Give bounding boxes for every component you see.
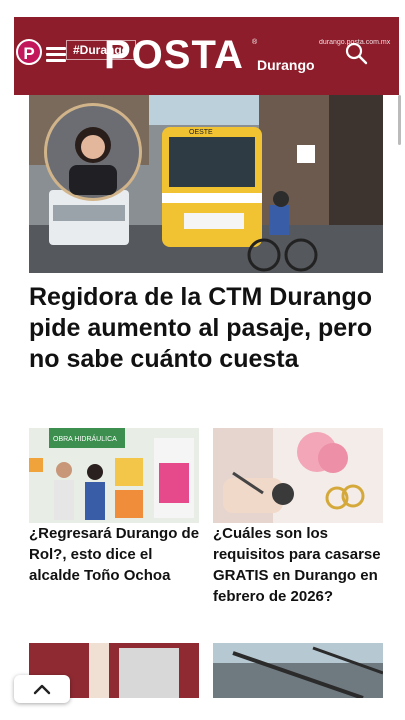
card-2-scene	[213, 428, 383, 523]
bus-sign: OESTE	[189, 129, 213, 136]
brand-subtitle: Durango	[257, 57, 315, 73]
card-image-4[interactable]	[213, 643, 383, 698]
main-headline[interactable]: Regidora de la CTM Durango pide aumento …	[29, 282, 379, 375]
site-header: P #Durango POSTA ® Durango durango.posta…	[14, 17, 399, 95]
card-1-scene: OBRA HIDRÁULICA	[29, 428, 199, 523]
page: P #Durango POSTA ® Durango durango.posta…	[0, 0, 405, 720]
posta-logo-badge[interactable]: P	[16, 39, 42, 65]
card-image-1[interactable]: OBRA HIDRÁULICA	[29, 428, 199, 523]
card-title-1[interactable]: ¿Regresará Durango de Rol?, esto dice el…	[29, 523, 201, 586]
card-title-2[interactable]: ¿Cuáles son los requisitos para casarse …	[213, 523, 385, 607]
scrollbar[interactable]	[398, 95, 401, 145]
card-image-2[interactable]	[213, 428, 383, 523]
search-icon[interactable]	[344, 41, 368, 65]
chevron-up-icon	[33, 684, 51, 695]
card-1-banner: OBRA HIDRÁULICA	[53, 434, 117, 443]
menu-icon[interactable]	[46, 47, 66, 63]
brand-registered-mark: ®	[252, 39, 258, 46]
brand-logo[interactable]: POSTA	[104, 33, 244, 77]
hero-image[interactable]: OESTE	[29, 95, 383, 273]
scroll-to-top-button[interactable]	[14, 675, 70, 703]
card-4-scene	[213, 643, 383, 698]
hero-scene: OESTE	[29, 95, 383, 273]
